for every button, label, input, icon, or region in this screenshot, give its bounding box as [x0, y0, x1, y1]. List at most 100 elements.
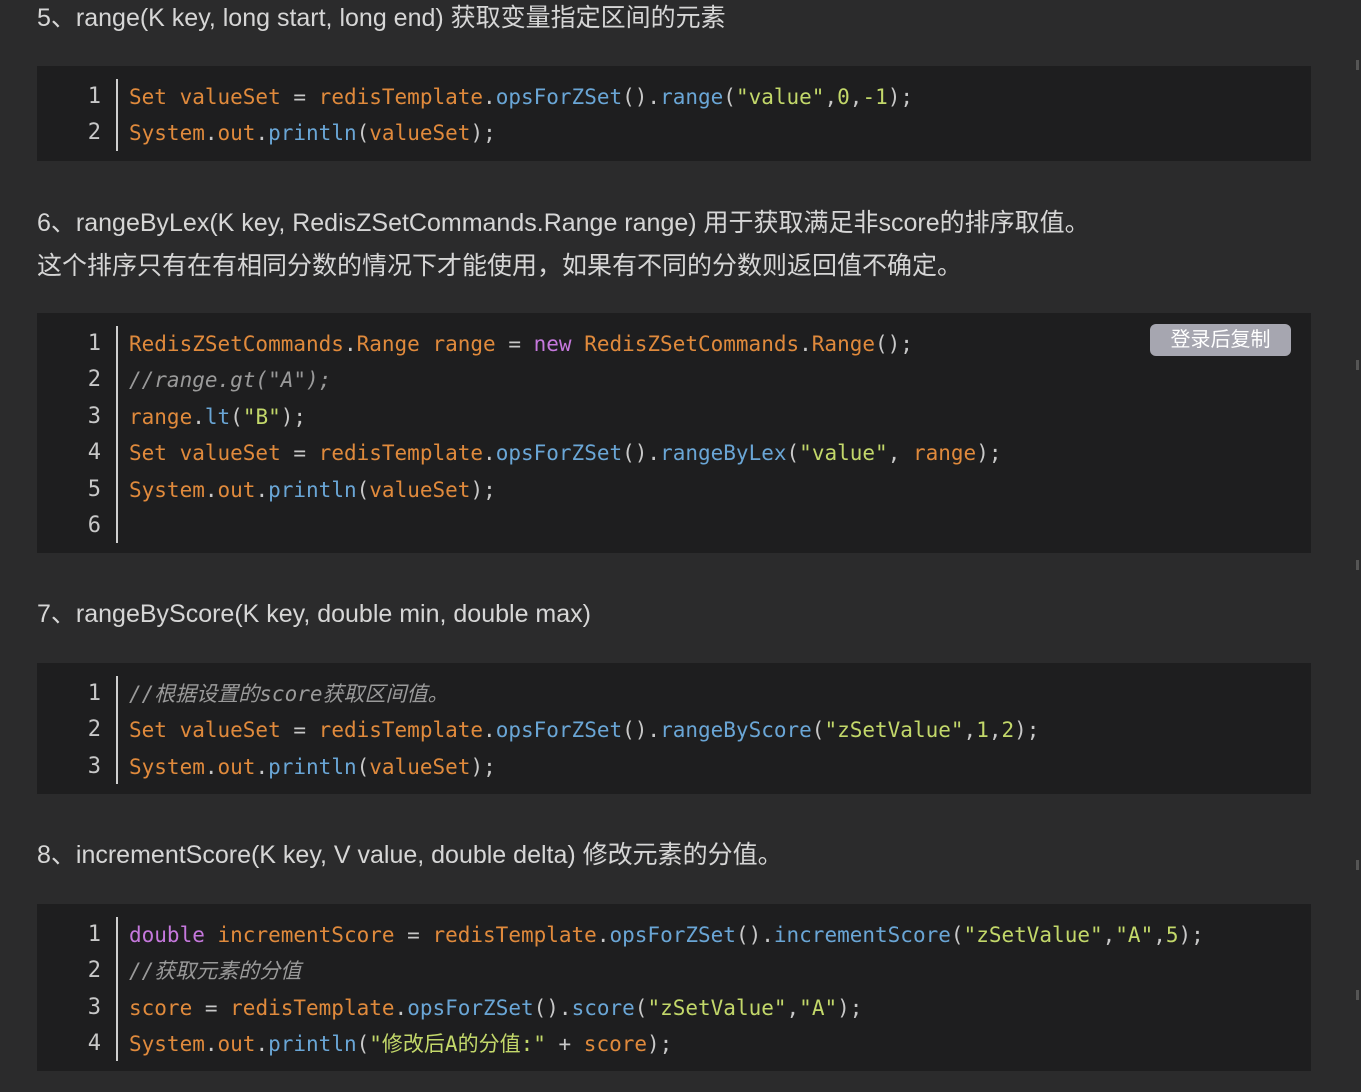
- code-line: 2 Set valueSet = redisTemplate.opsForZSet…: [37, 712, 1311, 748]
- code-token: "A": [799, 995, 838, 1020]
- code-token: );: [1178, 923, 1204, 947]
- code-token: 0: [837, 85, 850, 109]
- code-token: ,: [786, 995, 800, 1020]
- code-token: new: [533, 332, 585, 356]
- code-token: valueSet: [369, 754, 471, 779]
- code-line: 3 range.lt("B");: [37, 399, 1311, 435]
- code-token: .: [204, 477, 218, 502]
- code-token: score: [129, 995, 205, 1020]
- code-token: (: [356, 1032, 370, 1057]
- code-token: "zSetValue": [963, 923, 1103, 947]
- code-token: ().: [735, 923, 774, 947]
- code-token: =: [293, 85, 319, 109]
- code-text: range.lt("B");: [129, 399, 306, 435]
- code-line: 2 //range.gt("A");: [37, 362, 1311, 398]
- line-number: 1: [87, 84, 101, 109]
- code-line: 1 RedisZSetCommands.Range range = new Red…: [37, 326, 1311, 362]
- scrollbar-marker: [1356, 360, 1359, 370]
- code-token: (: [356, 477, 370, 502]
- code-token: Set: [129, 441, 180, 466]
- scrollbar-marker: [1356, 860, 1359, 870]
- code-token: Set: [129, 718, 180, 743]
- code-token: .: [204, 121, 218, 146]
- code-token: .: [204, 754, 218, 779]
- code-token: valueSet: [369, 477, 471, 502]
- code-block: 1 Set valueSet = redisTemplate.opsForZSet…: [37, 66, 1311, 161]
- code-text: Set valueSet = redisTemplate.opsForZSet(…: [129, 435, 1002, 471]
- code-token: println: [268, 1032, 357, 1057]
- code-token: );: [470, 121, 496, 146]
- code-text: System.out.println(valueSet);: [129, 472, 496, 508]
- code-token: );: [470, 477, 496, 502]
- code-token: opsForZSet: [407, 995, 534, 1020]
- code-token: println: [268, 477, 357, 502]
- code-token: Set: [129, 85, 180, 109]
- code-token: "zSetValue": [824, 718, 964, 743]
- line-number: 4: [87, 1031, 101, 1057]
- code-token: "value": [735, 85, 825, 109]
- code-token: out: [217, 754, 256, 779]
- code-token: valueSet: [179, 85, 294, 109]
- code-token: );: [470, 754, 496, 779]
- code-text: score = redisTemplate.opsForZSet().score…: [129, 990, 862, 1026]
- code-token: ().: [622, 85, 661, 109]
- code-token: ,: [988, 718, 1002, 743]
- code-token: println: [268, 754, 357, 779]
- code-token: opsForZSet: [495, 441, 623, 466]
- code-token: );: [280, 404, 307, 429]
- scrollbar-marker: [1356, 60, 1359, 70]
- code-token: opsForZSet: [495, 85, 623, 109]
- scrollbar[interactable]: [1352, 0, 1361, 1092]
- code-token: +: [558, 1032, 584, 1057]
- code-token: .: [596, 923, 610, 947]
- code-token: "B": [242, 404, 281, 429]
- line-number: 2: [87, 717, 101, 743]
- line-number: 6: [87, 513, 101, 538]
- code-token: 1: [976, 718, 989, 743]
- code-token: ,: [887, 441, 913, 466]
- section-heading: 6、rangeByLex(K key, RedisZSetCommands.Ra…: [37, 209, 1090, 237]
- code-token: System: [129, 754, 205, 779]
- code-text: System.out.println("修改后A的分值:" + score);: [129, 1026, 672, 1062]
- code-token: "zSetValue": [647, 995, 787, 1020]
- code-token: score: [571, 995, 635, 1020]
- section-heading: 5、range(K key, long start, long end) 获取变…: [37, 4, 726, 32]
- code-token: range: [432, 332, 509, 356]
- code-line: 2 //获取元素的分值: [37, 953, 1311, 989]
- code-line: 6: [37, 508, 1311, 544]
- code-line: 2 System.out.println(valueSet);: [37, 115, 1311, 151]
- code-token: 2: [1001, 718, 1015, 743]
- code-line: 3 score = redisTemplate.opsForZSet().scor…: [37, 990, 1311, 1026]
- code-token: ().: [622, 718, 661, 743]
- code-block: 1 //根据设置的score获取区间值。 2 Set valueSet = redis…: [37, 663, 1311, 794]
- code-line: 4 Set valueSet = redisTemplate.opsForZSet…: [37, 435, 1311, 471]
- code-token: "value": [799, 441, 888, 466]
- code-token: .: [483, 85, 496, 109]
- code-token: opsForZSet: [495, 718, 623, 743]
- code-token: score: [583, 1032, 648, 1057]
- code-token: ().: [622, 441, 661, 466]
- code-text: double incrementScore = redisTemplate.op…: [129, 917, 1204, 953]
- code-token: =: [293, 441, 319, 466]
- code-token: double: [129, 923, 218, 947]
- code-line: 1 //根据设置的score获取区间值。: [37, 676, 1311, 712]
- scrollbar-marker: [1356, 560, 1359, 570]
- code-token: (: [634, 995, 648, 1020]
- code-token: );: [976, 441, 1002, 466]
- code-token: valueSet: [369, 121, 471, 146]
- code-token: Range: [356, 332, 433, 356]
- code-token: rangeByLex: [660, 441, 787, 466]
- code-token: ().: [533, 995, 572, 1020]
- code-token: incrementScore: [217, 923, 408, 947]
- code-token: =: [204, 995, 231, 1020]
- code-token: );: [1014, 718, 1040, 743]
- line-number: 1: [87, 922, 101, 947]
- code-text: System.out.println(valueSet);: [129, 115, 496, 151]
- line-number: 3: [87, 403, 101, 429]
- code-token: .: [483, 441, 496, 466]
- code-token: incrementScore: [773, 923, 951, 947]
- code-token: =: [508, 332, 534, 356]
- code-block: 1 RedisZSetCommands.Range range = new Red…: [37, 313, 1311, 553]
- code-text: Set valueSet = redisTemplate.opsForZSet(…: [129, 79, 913, 115]
- copy-button[interactable]: 登录后复制: [1150, 324, 1291, 356]
